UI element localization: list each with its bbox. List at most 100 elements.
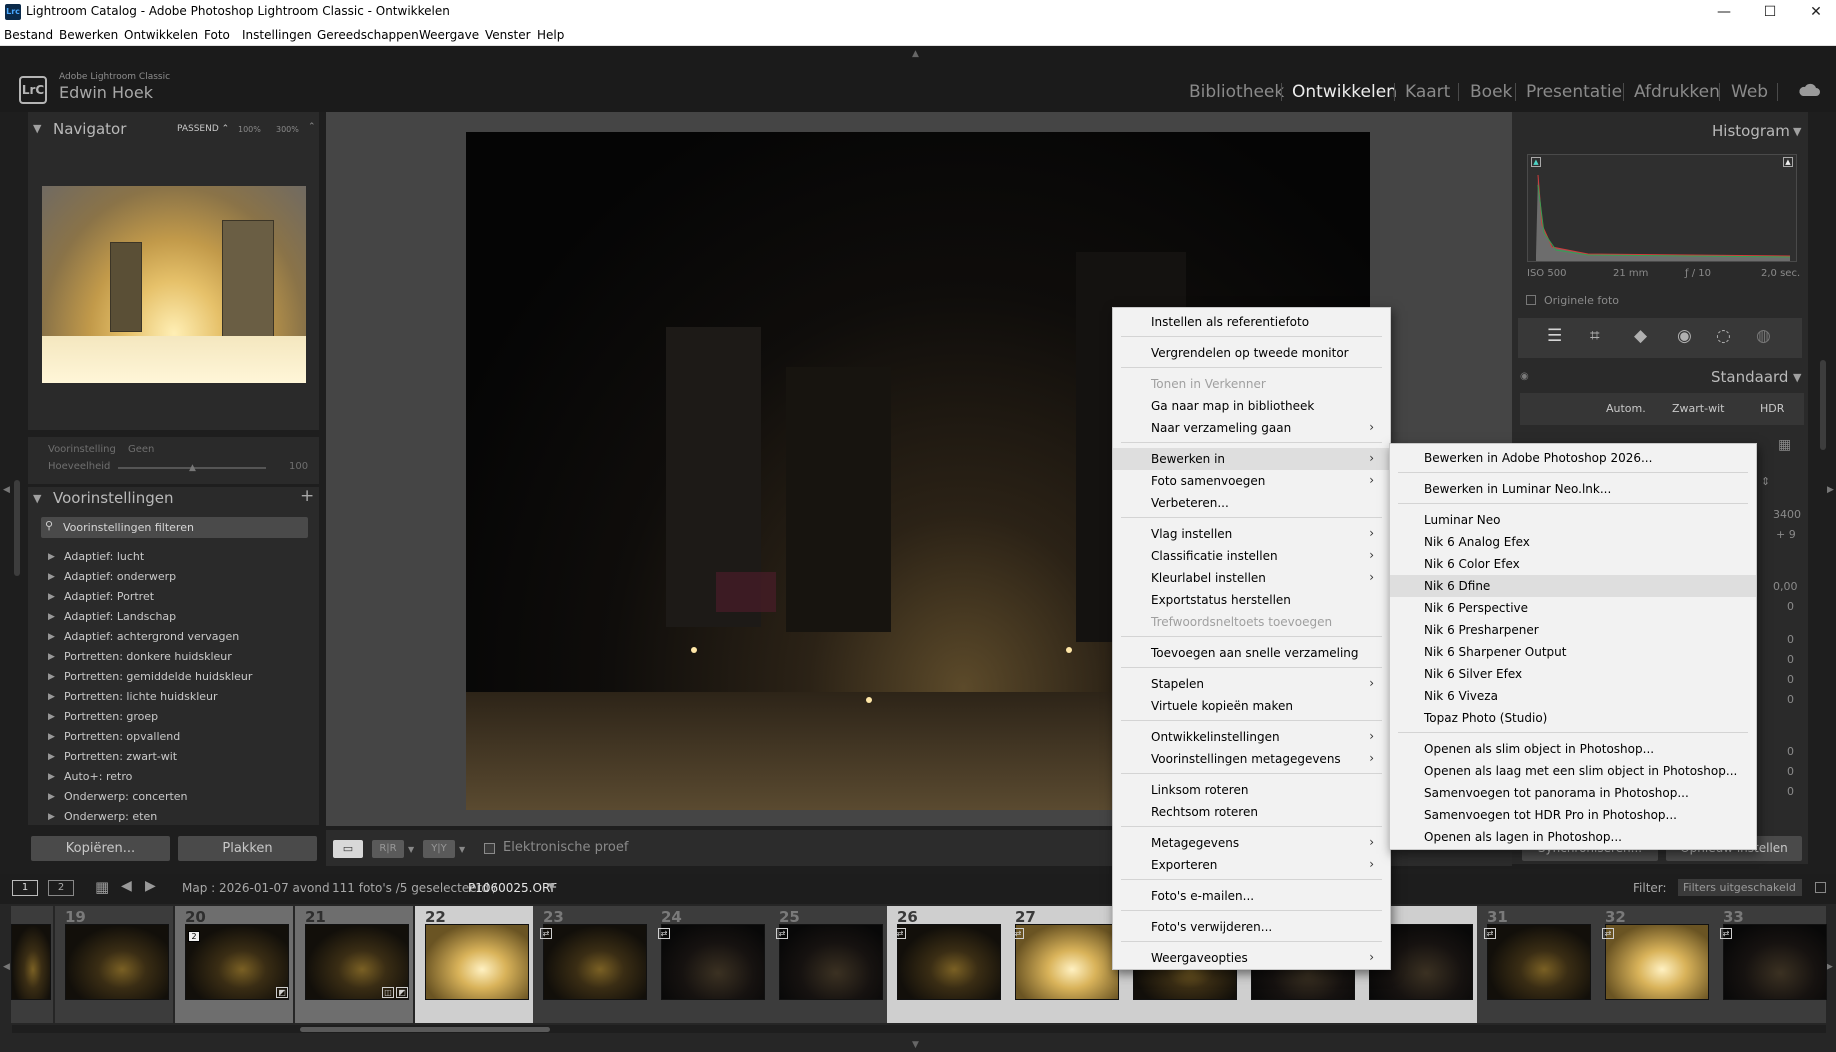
sub-edit-photoshop[interactable]: Bewerken in Adobe Photoshop 2026... (1390, 447, 1756, 469)
histogram-collapse-icon[interactable]: ▼ (1793, 125, 1801, 138)
temp-value[interactable]: 3400 (1773, 508, 1801, 521)
sub-nik-color-efex[interactable]: Nik 6 Color Efex (1390, 553, 1756, 575)
filmstrip-thumb[interactable]: 23 ⇄ (533, 906, 651, 1023)
collapse-right-panel-icon[interactable]: ▶ (1827, 485, 1834, 495)
close-button[interactable]: ✕ (1798, 2, 1834, 22)
crop-icon[interactable]: ⌗ (1590, 326, 1600, 346)
ctx-create-virtual-copies[interactable]: Virtuele kopieën maken (1113, 695, 1390, 717)
preset-folder[interactable]: Adaptief: Landschap (64, 610, 176, 623)
sub-merge-panorama[interactable]: Samenvoegen tot panorama in Photoshop... (1390, 782, 1756, 804)
second-screen-button[interactable]: 2 (48, 880, 74, 896)
ctx-set-flag[interactable]: Vlag instellen › (1113, 523, 1390, 545)
forward-arrow-icon[interactable]: ▶ (145, 878, 156, 894)
collapse-left-panel-icon[interactable]: ◀ (3, 485, 10, 495)
swap-before-after-button[interactable]: Y|Y (423, 840, 455, 858)
soft-proof-checkbox[interactable] (484, 843, 495, 854)
filename-dropdown-icon[interactable]: ▼ (548, 882, 555, 892)
left-scrollbar[interactable] (14, 480, 20, 576)
preset-folder[interactable]: Portretten: opvallend (64, 730, 180, 743)
profile-browser-icon[interactable]: ▦ (1778, 437, 1791, 453)
filmstrip-right-icon[interactable]: ▶ (1826, 962, 1833, 972)
collapse-top-panel-icon[interactable]: ▲ (912, 49, 924, 59)
module-web[interactable]: Web (1731, 82, 1768, 102)
sub-open-smart-object-layer[interactable]: Openen als laag met een slim object in P… (1390, 760, 1756, 782)
contrast-value[interactable]: 0 (1787, 600, 1794, 613)
ctx-stacking[interactable]: Stapelen › (1113, 673, 1390, 695)
filmstrip-thumb[interactable]: 25 ⇄ (769, 906, 887, 1023)
navigator-preview[interactable] (42, 186, 306, 383)
filter-dropdown[interactable]: Filters uitgeschakeld (1678, 879, 1802, 896)
filter-lock-icon[interactable] (1815, 882, 1826, 893)
ctx-edit-in[interactable]: Bewerken in › (1113, 448, 1390, 470)
eye-toggle-icon[interactable]: ◉ (1520, 371, 1529, 382)
filmstrip-scrollbar-thumb[interactable] (300, 1027, 550, 1032)
filmstrip-thumb[interactable]: 32 ⇄ (1595, 906, 1713, 1023)
whites-value[interactable]: 0 (1787, 673, 1794, 686)
copy-settings-button[interactable]: Kopiëren... (31, 836, 170, 861)
menu-venster[interactable]: Venster (485, 28, 531, 42)
filmstrip-thumb[interactable]: 31 ⇄ (1477, 906, 1595, 1023)
sub-nik-sharpener-output[interactable]: Nik 6 Sharpener Output (1390, 641, 1756, 663)
module-boek[interactable]: Boek (1470, 82, 1512, 102)
main-screen-button[interactable]: 1 (12, 880, 38, 896)
menu-bestand[interactable]: Bestand (4, 28, 53, 42)
maximize-button[interactable]: ☐ (1752, 2, 1788, 22)
presets-icon[interactable]: ◍ (1756, 326, 1771, 346)
sub-nik-silver-efex[interactable]: Nik 6 Silver Efex (1390, 663, 1756, 685)
ctx-add-quick-collection[interactable]: Toevoegen aan snelle verzameling (1113, 642, 1390, 664)
preset-folder[interactable]: Portretten: groep (64, 710, 158, 723)
sliders-icon[interactable]: ☰ (1547, 326, 1562, 346)
ctx-metadata[interactable]: Metagegevens › (1113, 832, 1390, 854)
menu-foto[interactable]: Foto (204, 28, 230, 42)
zoom-300[interactable]: 300% (276, 125, 299, 134)
ctx-go-to-folder[interactable]: Ga naar map in bibliotheek (1113, 395, 1390, 417)
ctx-metadata-presets[interactable]: Voorinstellingen metagegevens › (1113, 748, 1390, 770)
sub-nik-perspective[interactable]: Nik 6 Perspective (1390, 597, 1756, 619)
filmstrip-thumb[interactable]: 27 ⇄ (1005, 906, 1123, 1023)
menu-instellingen[interactable]: Instellingen (242, 28, 312, 42)
loupe-view-button[interactable]: ▭ (333, 840, 363, 858)
ctx-rotate-right[interactable]: Rechtsom roteren (1113, 801, 1390, 823)
menu-help[interactable]: Help (537, 28, 564, 42)
mask-icon[interactable]: ◌ (1716, 326, 1731, 346)
ctx-set-reference[interactable]: Instellen als referentiefoto (1113, 311, 1390, 333)
stack-count-badge[interactable]: 2 (188, 931, 200, 942)
auto-button[interactable]: Autom. (1606, 402, 1646, 415)
exposure-value[interactable]: 0,00 (1773, 580, 1798, 593)
preset-folder[interactable]: Adaptief: lucht (64, 550, 144, 563)
amount-slider-thumb[interactable]: ▲ (189, 463, 196, 473)
zoom-100[interactable]: 100% (238, 125, 261, 134)
zoom-dropdown-icon[interactable]: ⌃ (308, 122, 316, 132)
ctx-rotate-left[interactable]: Linksom roteren (1113, 779, 1390, 801)
module-presentatie[interactable]: Presentatie (1526, 82, 1622, 102)
menu-bewerken[interactable]: Bewerken (59, 28, 118, 42)
presets-filter-input[interactable]: ⚲ Voorinstellingen filteren (41, 517, 308, 538)
ctx-set-color-label[interactable]: Kleurlabel instellen › (1113, 567, 1390, 589)
ctx-photo-merge[interactable]: Foto samenvoegen › (1113, 470, 1390, 492)
tint-value[interactable]: + 9 (1776, 528, 1796, 541)
blacks-value[interactable]: 0 (1787, 693, 1794, 706)
module-bibliotheek[interactable]: Bibliotheek (1189, 82, 1284, 102)
ctx-export[interactable]: Exporteren › (1113, 854, 1390, 876)
collapse-filmstrip-icon[interactable]: ▼ (912, 1040, 919, 1050)
preset-folder[interactable]: Onderwerp: eten (64, 810, 157, 823)
sub-open-as-layers[interactable]: Openen als lagen in Photoshop... (1390, 826, 1756, 848)
sub-topaz-photo[interactable]: Topaz Photo (Studio) (1390, 707, 1756, 729)
sub-nik-presharpener[interactable]: Nik 6 Presharpener (1390, 619, 1756, 641)
filmstrip-thumb[interactable]: 20 2 ◩ (175, 906, 293, 1023)
preset-folder[interactable]: Adaptief: achtergrond vervagen (64, 630, 239, 643)
presets-collapse-icon[interactable]: ▼ (33, 492, 41, 505)
preset-folder[interactable]: Auto+: retro (64, 770, 132, 783)
folder-source[interactable]: Map : 2026-01-07 avond (182, 881, 330, 895)
red-eye-icon[interactable]: ◉ (1677, 326, 1692, 346)
ctx-set-rating[interactable]: Classificatie instellen › (1113, 545, 1390, 567)
preset-folder[interactable]: Portretten: lichte huidskleur (64, 690, 218, 703)
highlights-value[interactable]: 0 (1787, 633, 1794, 646)
preset-folder[interactable]: Portretten: zwart-wit (64, 750, 177, 763)
ctx-lock-second-monitor[interactable]: Vergrendelen op tweede monitor (1113, 342, 1390, 364)
clarity-value[interactable]: 0 (1787, 765, 1794, 778)
ctx-email-photos[interactable]: Foto's e-mailen... (1113, 885, 1390, 907)
ctx-reset-export-status[interactable]: Exportstatus herstellen (1113, 589, 1390, 611)
filmstrip-thumb[interactable]: 33 ⇄ (1713, 906, 1827, 1023)
current-filename[interactable]: P1060025.ORF (468, 881, 557, 895)
